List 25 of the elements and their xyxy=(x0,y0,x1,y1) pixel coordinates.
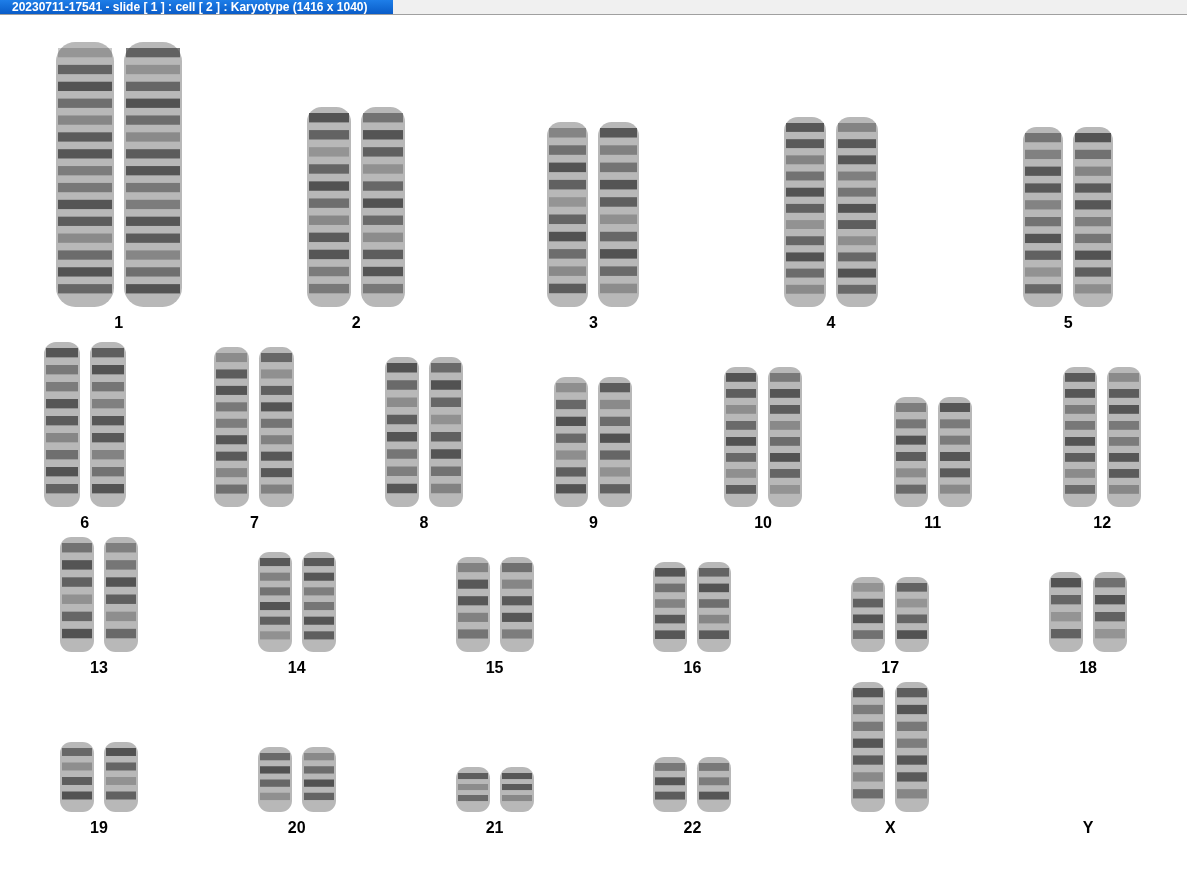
chromosome-label: 16 xyxy=(683,658,702,678)
chromosome-label: 6 xyxy=(80,513,90,533)
chromosome-label: 8 xyxy=(419,513,429,533)
chromosome-label: 9 xyxy=(589,513,598,533)
window-title[interactable]: 20230711-17541 - slide [ 1 ] : cell [ 2 ] : Karyotype (1416 x 1040) xyxy=(0,0,393,14)
chromosome-label: 17 xyxy=(881,658,900,678)
chromosome-label: X xyxy=(884,818,896,838)
chromosome-label: 21 xyxy=(485,818,504,838)
chromosome-label: 3 xyxy=(589,313,598,333)
chromosome-label: 12 xyxy=(1093,513,1112,533)
chromosome-label: 10 xyxy=(754,513,772,533)
chromosome-label: 11 xyxy=(924,513,942,533)
chromosome-label: 14 xyxy=(287,658,306,678)
chromosome-label: Y xyxy=(1082,818,1094,838)
chromosome-label: 7 xyxy=(249,513,259,533)
chromosome-label: 4 xyxy=(826,313,836,333)
chromosome-label: 1 xyxy=(114,313,124,333)
chromosome-label: 19 xyxy=(90,818,108,838)
chromosome-label: 15 xyxy=(485,658,504,678)
chromosome-label: 18 xyxy=(1079,658,1097,678)
chromosome-label: 13 xyxy=(90,658,108,678)
chromosome-label: 20 xyxy=(287,818,306,838)
chromosome-label: 5 xyxy=(1063,313,1073,333)
chromosome-label: 22 xyxy=(683,818,702,838)
chromosome-label: 2 xyxy=(351,313,361,333)
